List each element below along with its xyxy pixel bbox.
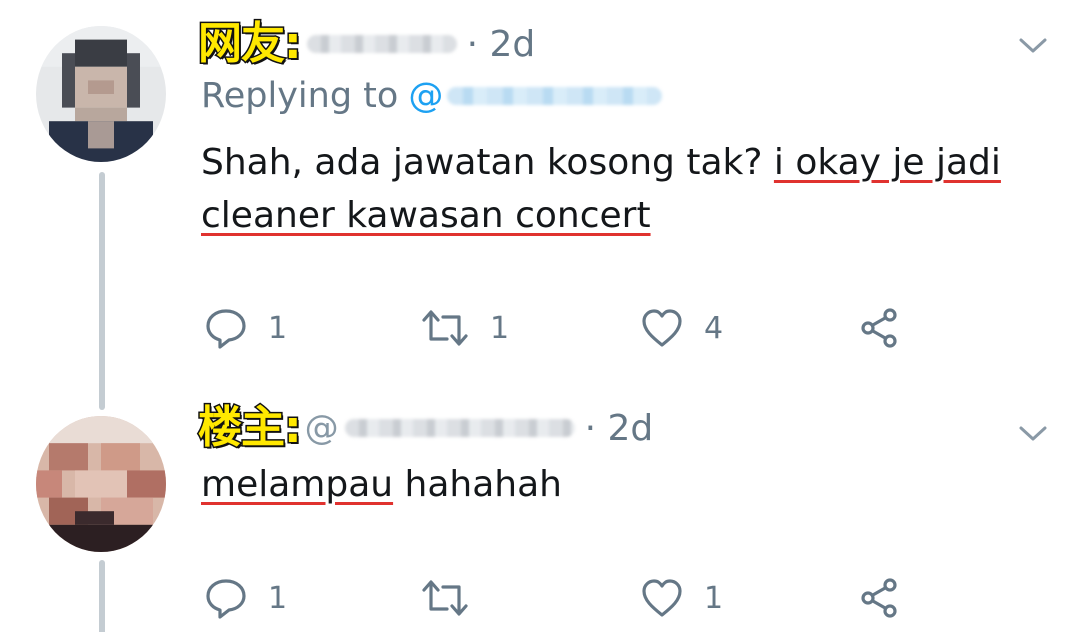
author-tag: 楼主: [197,402,304,453]
tweet-header: 楼主: @ · 2d [197,398,654,458]
blurred-username[interactable] [344,419,575,437]
tweet-text: melampau hahahah [201,458,562,511]
replying-label: Replying to [201,76,399,116]
retweet-icon [420,306,470,350]
reply-icon [204,576,248,620]
tweet-timestamp[interactable]: · 2d [585,408,654,449]
like-button[interactable]: 1 [640,576,723,620]
reply-button[interactable]: 1 [204,306,287,350]
reply-icon [204,306,248,350]
tweet-timestamp[interactable]: · 2d [467,24,536,65]
retweet-button[interactable] [420,576,490,620]
share-button[interactable] [858,576,902,620]
like-icon [640,306,684,350]
tweet-text-underlined: cleaner kawasan concert [201,195,651,236]
blurred-handle[interactable] [447,87,663,105]
thread-line [99,560,105,632]
retweet-button[interactable]: 1 [420,306,509,350]
retweet-icon [420,576,470,620]
reply-count: 1 [268,580,288,616]
like-count: 4 [704,310,724,346]
tweet-actions: 1 1 4 [204,306,924,350]
like-icon [640,576,684,620]
tweet-text-underlined: melampau [201,464,394,505]
avatar-pixelated[interactable] [36,416,166,552]
tweet-text: Shah, ada jawatan kosong tak? i okay je … [201,136,1001,242]
author-tag: 网友: [197,18,304,69]
thread-line [99,172,105,410]
chevron-down-icon[interactable] [1018,424,1048,444]
blurred-username[interactable] [306,35,457,53]
avatar-pixelated[interactable] [36,26,166,162]
chevron-down-icon[interactable] [1018,36,1048,56]
tweet-text-plain: Shah, ada jawatan kosong tak? [201,142,774,183]
replying-to: Replying to @ [201,76,663,116]
share-icon [858,306,902,350]
share-icon [858,576,902,620]
share-button[interactable] [858,306,902,350]
tweet-text-plain: hahahah [393,464,562,505]
tweet-actions: 1 1 [204,576,924,620]
reply-button[interactable]: 1 [204,576,287,620]
reply-count: 1 [268,310,288,346]
retweet-count: 1 [490,310,510,346]
like-button[interactable]: 4 [640,306,723,350]
tweet-header: 网友: · 2d [197,14,536,74]
tweet-text-underlined: i okay je jadi [773,142,1001,183]
like-count: 1 [704,580,724,616]
handle-at[interactable]: @ [305,408,339,448]
replying-handle-at[interactable]: @ [408,76,443,116]
